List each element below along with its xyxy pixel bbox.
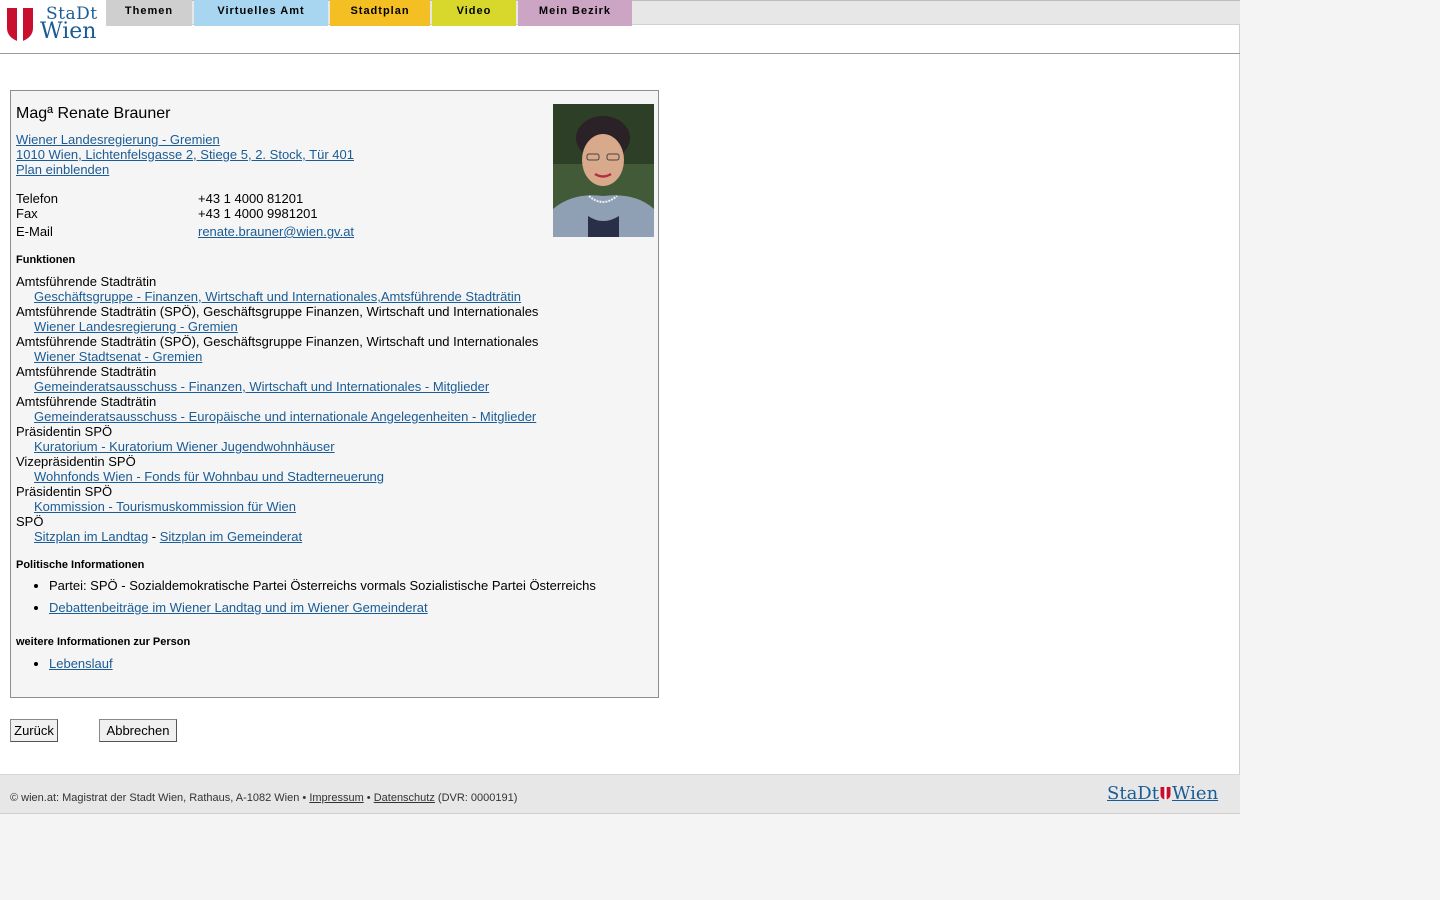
more-info-list: Lebenslauf [16, 656, 113, 671]
impressum-link[interactable]: Impressum [309, 792, 363, 804]
stadt-wien-logo[interactable]: StaDt Wien [0, 0, 106, 53]
function-role: Amtsführende Stadträtin (SPÖ), Geschäfts… [16, 304, 539, 319]
tab-stadtplan[interactable]: Stadtplan [330, 0, 430, 26]
party-info: Partei: SPÖ - Sozialdemokratische Partei… [49, 578, 596, 593]
back-button[interactable]: Zurück [10, 719, 58, 742]
function-link[interactable]: Wiener Landesregierung - Gremien [34, 319, 238, 334]
debate-contributions-link[interactable]: Debattenbeiträge im Wiener Landtag und i… [49, 600, 428, 615]
tab-video[interactable]: Video [432, 0, 516, 26]
person-details-panel: Magª Renate Brauner Wiener Landesregieru… [10, 90, 659, 698]
address-link[interactable]: 1010 Wien, Lichtenfelsgasse 2, Stiege 5,… [16, 147, 354, 162]
more-info-title: weitere Informationen zur Person [16, 636, 191, 648]
seat-plan-gemeinderat-link[interactable]: Sitzplan im Gemeinderat [160, 529, 302, 544]
function-link[interactable]: Kuratorium - Kuratorium Wiener Jugendwoh… [34, 439, 335, 454]
tab-mein-bezirk[interactable]: Mein Bezirk [518, 0, 632, 26]
email-label: E-Mail [16, 224, 53, 239]
email-link[interactable]: renate.brauner@wien.gv.at [198, 224, 354, 239]
function-role: Amtsführende Stadträtin [16, 274, 157, 289]
political-info-list: Partei: SPÖ - Sozialdemokratische Partei… [16, 578, 596, 615]
logo-word-wien: Wien [40, 19, 97, 44]
fax-value: +43 1 4000 9981201 [198, 206, 318, 221]
function-link[interactable]: Geschäftsgruppe - Finanzen, Wirtschaft u… [34, 289, 521, 304]
vienna-shield-icon [7, 8, 33, 42]
function-link[interactable]: Kommission - Tourismuskommission für Wie… [34, 499, 296, 514]
person-name: Magª Renate Brauner [16, 105, 171, 122]
function-link[interactable]: Wohnfonds Wien - Fonds für Wohnbau und S… [34, 469, 384, 484]
org-link[interactable]: Wiener Landesregierung - Gremien [16, 132, 220, 147]
header: StaDt Wien Themen Virtuelles Amt Stadtpl… [0, 0, 1240, 54]
dvr-text: (DVR: 0000191) [434, 792, 518, 804]
phone-value: +43 1 4000 81201 [198, 191, 304, 206]
function-role: Präsidentin SPÖ [16, 424, 113, 439]
cancel-button[interactable]: Abbrechen [99, 719, 177, 742]
function-role: Amtsführende Stadträtin (SPÖ), Geschäfts… [16, 334, 539, 349]
seat-plan-landtag-link[interactable]: Sitzplan im Landtag [34, 529, 148, 544]
portrait-image [553, 104, 654, 237]
function-link[interactable]: Wiener Stadtsenat - Gremien [34, 349, 202, 364]
fax-label: Fax [16, 206, 38, 221]
seat-plan-links: Sitzplan im Landtag - Sitzplan im Gemein… [34, 529, 302, 544]
vienna-shield-icon [1160, 787, 1171, 800]
function-link[interactable]: Gemeinderatsausschuss - Finanzen, Wirtsc… [34, 379, 489, 394]
seat-plan-separator: - [148, 529, 160, 544]
copyright-text: © wien.at: Magistrat der Stadt Wien, Rat… [10, 792, 310, 804]
functions-title: Funktionen [16, 254, 76, 266]
tab-themen[interactable]: Themen [106, 0, 192, 26]
footer-logo-stadt: StaDt [1107, 783, 1159, 804]
footer-bullet: • [363, 792, 374, 804]
footer: © wien.at: Magistrat der Stadt Wien, Rat… [0, 774, 1240, 814]
function-link[interactable]: Gemeinderatsausschuss - Europäische und … [34, 409, 536, 424]
footer-logo[interactable]: StaDt Wien [1107, 783, 1218, 804]
cv-link[interactable]: Lebenslauf [49, 656, 113, 671]
person-photo [553, 104, 654, 237]
show-map-link[interactable]: Plan einblenden [16, 162, 109, 177]
privacy-link[interactable]: Datenschutz [374, 792, 435, 804]
footer-text: © wien.at: Magistrat der Stadt Wien, Rat… [10, 792, 517, 804]
list-item: Debattenbeiträge im Wiener Landtag und i… [49, 600, 596, 615]
function-role: Präsidentin SPÖ [16, 484, 113, 499]
political-info-title: Politische Informationen [16, 559, 145, 571]
phone-label: Telefon [16, 191, 58, 206]
function-role: Amtsführende Stadträtin [16, 394, 157, 409]
function-role: Vizepräsidentin SPÖ [16, 454, 136, 469]
function-role: Amtsführende Stadträtin [16, 364, 157, 379]
page: StaDt Wien Themen Virtuelles Amt Stadtpl… [0, 0, 1240, 900]
footer-logo-wien: Wien [1171, 783, 1219, 804]
list-item: Lebenslauf [49, 656, 113, 671]
function-role: SPÖ [16, 514, 44, 529]
tab-virtuelles-amt[interactable]: Virtuelles Amt [194, 0, 328, 26]
